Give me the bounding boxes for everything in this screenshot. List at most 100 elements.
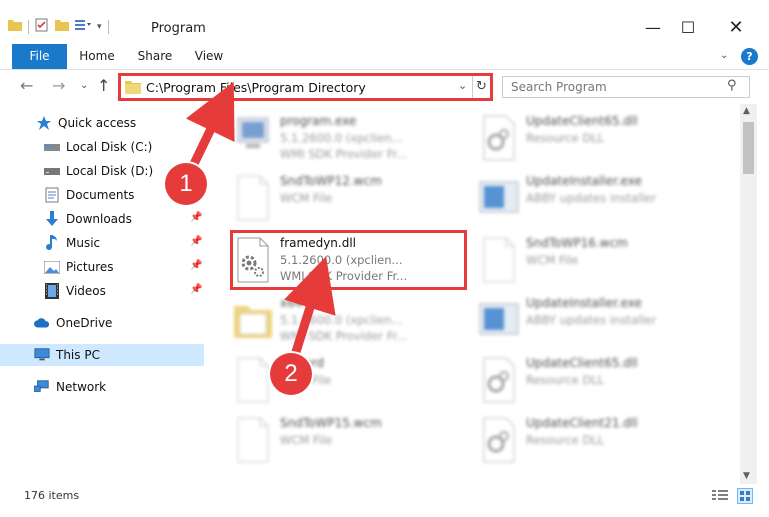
sidebar-item-label: Quick access — [58, 116, 137, 130]
file-item[interactable]: SndToWP15.wcm WCM File — [232, 412, 477, 470]
file-name: x64 — [280, 296, 303, 310]
file-icon — [232, 356, 274, 404]
details-view-icon[interactable] — [712, 489, 728, 506]
file-item[interactable]: UpdateClient21.dll Resource DLL — [478, 412, 723, 470]
file-name: UpdateClient65.dll — [526, 114, 638, 128]
sidebar-item-this-pc[interactable]: This PC — [0, 344, 204, 366]
exe-icon — [232, 114, 274, 162]
scroll-up-icon[interactable]: ▲ — [743, 106, 750, 116]
pin-icon[interactable]: 📌 — [190, 212, 202, 223]
view-options-icon[interactable] — [75, 19, 91, 34]
vertical-scrollbar[interactable]: ▲ ▼ — [740, 104, 757, 484]
file-item[interactable]: SndToWP12.wcm WCM File — [232, 170, 477, 228]
file-description: WMI SDK Provider Fr... — [280, 329, 408, 343]
properties-icon[interactable] — [35, 18, 49, 35]
sidebar-item-local-disk-c[interactable]: Local Disk (C:) — [0, 136, 204, 158]
folder-icon — [232, 296, 274, 344]
file-item[interactable]: UpdateClient65.dll Resource DLL — [478, 352, 723, 410]
tab-home[interactable]: Home — [78, 44, 116, 69]
file-type: WCM File — [526, 253, 579, 267]
window-title: Program — [151, 21, 206, 36]
help-icon[interactable]: ? — [741, 48, 758, 65]
tab-view[interactable]: View — [194, 44, 224, 69]
installer-icon — [478, 174, 520, 222]
tab-share[interactable]: Share — [136, 44, 174, 69]
sidebar-item-label: Downloads — [66, 212, 132, 226]
file-type: Resource DLL — [526, 131, 605, 145]
file-version: 5.1.2600.0 (xpclien... — [280, 313, 403, 327]
search-box[interactable]: ⚲ — [502, 76, 750, 98]
file-name: program.exe — [280, 114, 357, 128]
sidebar-item-onedrive[interactable]: OneDrive — [0, 312, 204, 334]
file-name: UpdateInstaller.exe — [526, 296, 642, 310]
sidebar-item-label: This PC — [56, 348, 100, 362]
sidebar-item-pictures[interactable]: Pictures 📌 — [0, 256, 204, 278]
callout-step-1: 1 — [165, 163, 207, 205]
close-button[interactable]: ✕ — [713, 12, 759, 42]
file-item[interactable]: UpdateClient65.dll Resource DLL — [478, 110, 723, 168]
file-item[interactable]: SndToWP16.wcm WCM File — [478, 232, 723, 290]
file-name: UpdateClient21.dll — [526, 416, 638, 430]
file-icon — [232, 174, 274, 222]
file-item[interactable]: ...c.wrd WRD File — [232, 352, 477, 410]
file-item[interactable]: program.exe 5.1.2600.0 (xpclien... WMI S… — [232, 110, 477, 168]
new-folder-icon[interactable] — [55, 19, 69, 34]
toolbar-separator — [107, 19, 109, 34]
navigation-bar: ← → ⌄ ↑ C:\Program Files\Program Directo… — [0, 70, 769, 104]
sidebar-item-label: OneDrive — [56, 316, 113, 330]
scroll-thumb[interactable] — [743, 122, 754, 174]
search-input[interactable] — [511, 79, 721, 95]
sidebar-item-quick-access[interactable]: Quick access — [0, 112, 204, 134]
sidebar-item-label: Local Disk (D:) — [66, 164, 154, 178]
folder-icon[interactable] — [8, 19, 22, 34]
expand-ribbon-icon[interactable]: ⌄ — [720, 50, 728, 61]
up-arrow-icon[interactable]: ↑ — [97, 76, 110, 95]
back-arrow-icon[interactable]: ← — [20, 76, 33, 95]
file-description: WMI SDK Provider Fr... — [280, 147, 408, 161]
item-count: 176 items — [24, 489, 80, 502]
file-type: WCM File — [280, 191, 333, 205]
file-item[interactable]: UpdateInstaller.exe ABBY updates install… — [478, 292, 723, 350]
tab-file[interactable]: File — [12, 44, 67, 69]
sidebar-item-label: Music — [66, 236, 101, 250]
callout-step-2: 2 — [270, 353, 312, 395]
download-icon — [44, 211, 60, 227]
network-icon — [34, 379, 50, 395]
recent-locations-icon[interactable]: ⌄ — [80, 80, 88, 91]
drive-icon — [44, 139, 60, 155]
file-name: SndToWP12.wcm — [280, 174, 382, 188]
file-item[interactable]: UpdateInstaller.exe ABBY updates install… — [478, 170, 723, 228]
videos-icon — [44, 283, 60, 299]
file-type: WCM File — [280, 433, 333, 447]
refresh-icon[interactable]: ↻ — [472, 76, 490, 98]
sidebar-item-music[interactable]: Music 📌 — [0, 232, 204, 254]
address-path[interactable]: C:\Program Files\Program Directory — [146, 80, 366, 95]
pin-icon[interactable]: 📌 — [190, 236, 202, 247]
forward-arrow-icon[interactable]: → — [52, 76, 65, 95]
scroll-down-icon[interactable]: ▼ — [743, 471, 750, 481]
pin-icon[interactable]: 📌 — [190, 284, 202, 295]
sidebar-item-network[interactable]: Network — [0, 376, 204, 398]
qat-dropdown-icon[interactable]: ▾ — [97, 22, 102, 32]
sidebar-item-videos[interactable]: Videos 📌 — [0, 280, 204, 302]
file-name: UpdateInstaller.exe — [526, 174, 642, 188]
pc-icon — [34, 347, 50, 363]
sidebar-item-label: Videos — [66, 284, 106, 298]
onedrive-icon — [34, 315, 50, 331]
file-name: UpdateClient65.dll — [526, 356, 638, 370]
sidebar-item-downloads[interactable]: Downloads 📌 — [0, 208, 204, 230]
file-type: Resource DLL — [526, 373, 605, 387]
large-icons-view-icon[interactable] — [737, 488, 753, 504]
maximize-button[interactable]: ☐ — [665, 12, 711, 42]
dll-icon — [478, 114, 520, 162]
title-bar: ▾ Program — ☐ ✕ — [0, 0, 769, 44]
search-icon[interactable]: ⚲ — [727, 78, 737, 93]
status-bar: 176 items — [0, 485, 769, 507]
pin-icon[interactable]: 📌 — [190, 260, 202, 271]
file-item[interactable]: x64 5.1.2600.0 (xpclien... WMI SDK Provi… — [232, 292, 477, 350]
music-icon — [44, 235, 60, 251]
quick-access-toolbar: ▾ — [8, 18, 109, 35]
address-bar[interactable]: C:\Program Files\Program Directory ⌄ ↻ — [118, 73, 493, 101]
address-dropdown-icon[interactable]: ⌄ — [458, 79, 467, 92]
sidebar-item-label: Pictures — [66, 260, 114, 274]
